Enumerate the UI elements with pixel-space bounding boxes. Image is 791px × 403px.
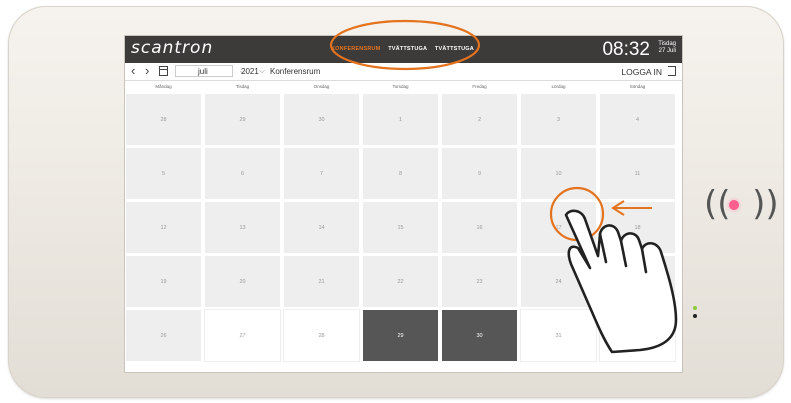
room-name: Konferensrum bbox=[270, 67, 321, 76]
day-cell[interactable]: 22 bbox=[362, 255, 439, 308]
weekday-label: Lördag bbox=[551, 84, 566, 89]
next-month-button[interactable]: › bbox=[145, 64, 149, 78]
chevron-down-icon: ⌵ bbox=[259, 66, 266, 75]
weekday-label: Torsdag bbox=[392, 84, 409, 89]
year-value[interactable]: 2021 bbox=[241, 67, 259, 76]
touch-screen: scantron KONFERENSRUM TVÄTTSTUGA TVÄTTST… bbox=[125, 36, 682, 372]
day-cell[interactable]: 5 bbox=[125, 147, 202, 200]
day-cell[interactable]: 15 bbox=[362, 201, 439, 254]
day-cell[interactable]: 10 bbox=[520, 147, 597, 200]
day-cell[interactable]: 16 bbox=[441, 201, 518, 254]
day-cell[interactable]: 29 bbox=[204, 93, 281, 146]
day-cell[interactable]: 20 bbox=[204, 255, 281, 308]
day-cell[interactable]: 11 bbox=[599, 147, 676, 200]
calendar-grid: 28 29 30 1 2 3 4 5 6 7 8 9 10 11 12 13 1… bbox=[125, 93, 682, 372]
day-cell[interactable]: 2 bbox=[441, 93, 518, 146]
weekday-label: Söndag bbox=[629, 84, 646, 89]
day-cell[interactable]: 19 bbox=[125, 255, 202, 308]
day-cell[interactable]: 25 bbox=[599, 255, 676, 308]
day-cell[interactable]: 13 bbox=[204, 201, 281, 254]
weekday-label: Onsdag bbox=[313, 84, 330, 89]
day-cell[interactable]: 24 bbox=[520, 255, 597, 308]
day-cell[interactable]: 31 bbox=[520, 309, 597, 362]
top-bar: scantron KONFERENSRUM TVÄTTSTUGA TVÄTTST… bbox=[125, 36, 682, 63]
day-cell[interactable]: 1 bbox=[362, 93, 439, 146]
day-cell[interactable]: 17 bbox=[520, 201, 597, 254]
day-cell[interactable]: 28 bbox=[283, 309, 360, 362]
calendar-icon[interactable] bbox=[159, 66, 168, 76]
month-select[interactable]: juli ⌵ bbox=[175, 65, 246, 77]
login-button[interactable]: LOGGA IN bbox=[621, 67, 662, 77]
day-cell[interactable]: 4 bbox=[599, 93, 676, 146]
nfc-indicator-dot bbox=[729, 200, 739, 210]
day-cell[interactable]: 7 bbox=[283, 147, 360, 200]
day-cell-booked[interactable]: 30 bbox=[441, 309, 518, 362]
day-cell[interactable]: 8 bbox=[362, 147, 439, 200]
clock-date: Tisdag 27 Juli bbox=[658, 41, 676, 55]
clock-time: 08:32 bbox=[602, 39, 650, 60]
month-value: juli bbox=[198, 67, 208, 76]
day-cell[interactable]: 6 bbox=[204, 147, 281, 200]
weekday-label: Måndag bbox=[155, 84, 172, 89]
day-cell[interactable]: 3 bbox=[520, 93, 597, 146]
weekday-label: Tisdag bbox=[235, 84, 250, 89]
day-cell[interactable]: 1 bbox=[599, 309, 676, 362]
weekday-label: Tisdag bbox=[658, 41, 676, 47]
day-cell[interactable]: 30 bbox=[283, 93, 360, 146]
status-led-green bbox=[693, 306, 697, 310]
weekday-header: Måndag Tisdag Onsdag Torsdag Fredag Lörd… bbox=[125, 81, 682, 93]
status-led-dark bbox=[693, 314, 697, 318]
day-cell-booked[interactable]: 29 bbox=[362, 309, 439, 362]
day-cell[interactable]: 26 bbox=[125, 309, 202, 362]
day-cell[interactable]: 18 bbox=[599, 201, 676, 254]
day-cell[interactable]: 9 bbox=[441, 147, 518, 200]
room-tabs: KONFERENSRUM TVÄTTSTUGA TVÄTTSTUGA bbox=[331, 46, 480, 52]
login-arrow-icon[interactable] bbox=[668, 66, 676, 76]
day-cell[interactable]: 21 bbox=[283, 255, 360, 308]
logo: scantron bbox=[131, 38, 214, 58]
date-label: 27 Juli bbox=[658, 48, 676, 54]
weekday-label: Fredag bbox=[472, 84, 487, 89]
tab-tvattstuga-1[interactable]: TVÄTTSTUGA bbox=[388, 46, 427, 52]
day-cell[interactable]: 28 bbox=[125, 93, 202, 146]
day-cell[interactable]: 14 bbox=[283, 201, 360, 254]
day-cell[interactable]: 27 bbox=[204, 309, 281, 362]
tab-konferensrum[interactable]: KONFERENSRUM bbox=[331, 46, 380, 52]
day-cell[interactable]: 23 bbox=[441, 255, 518, 308]
navigation-bar: ‹ › juli ⌵ 2021 ⌵ Konferensrum LOGGA IN bbox=[125, 63, 682, 81]
tab-tvattstuga-2[interactable]: TVÄTTSTUGA bbox=[435, 46, 474, 52]
day-cell[interactable]: 12 bbox=[125, 201, 202, 254]
prev-month-button[interactable]: ‹ bbox=[131, 64, 135, 78]
